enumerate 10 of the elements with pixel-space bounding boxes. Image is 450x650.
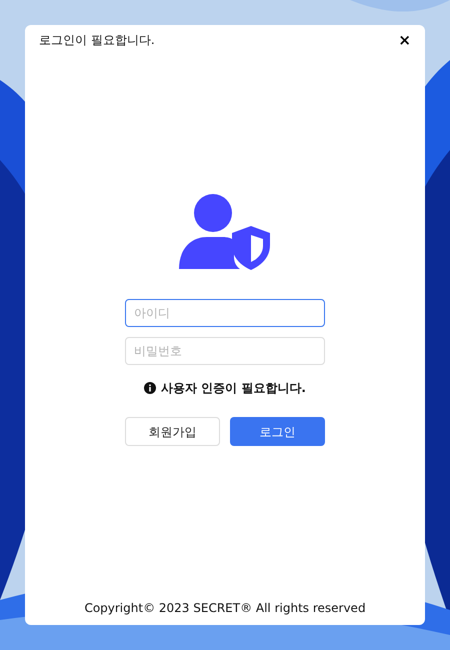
copyright-text: Copyright© 2023 SECRET® All rights reserved: [84, 600, 366, 617]
user-shield-icon: [179, 193, 271, 271]
window-title: 로그인이 필요합니다.: [39, 32, 155, 49]
signup-button[interactable]: 회원가입: [125, 417, 220, 446]
login-button[interactable]: 로그인: [230, 417, 325, 446]
info-icon: [144, 382, 156, 394]
password-field[interactable]: 비밀번호: [125, 337, 325, 365]
auth-message: 사용자 인증이 필요합니다.: [161, 380, 306, 397]
close-button[interactable]: ×: [398, 32, 411, 48]
id-field[interactable]: 아이디: [125, 299, 325, 327]
